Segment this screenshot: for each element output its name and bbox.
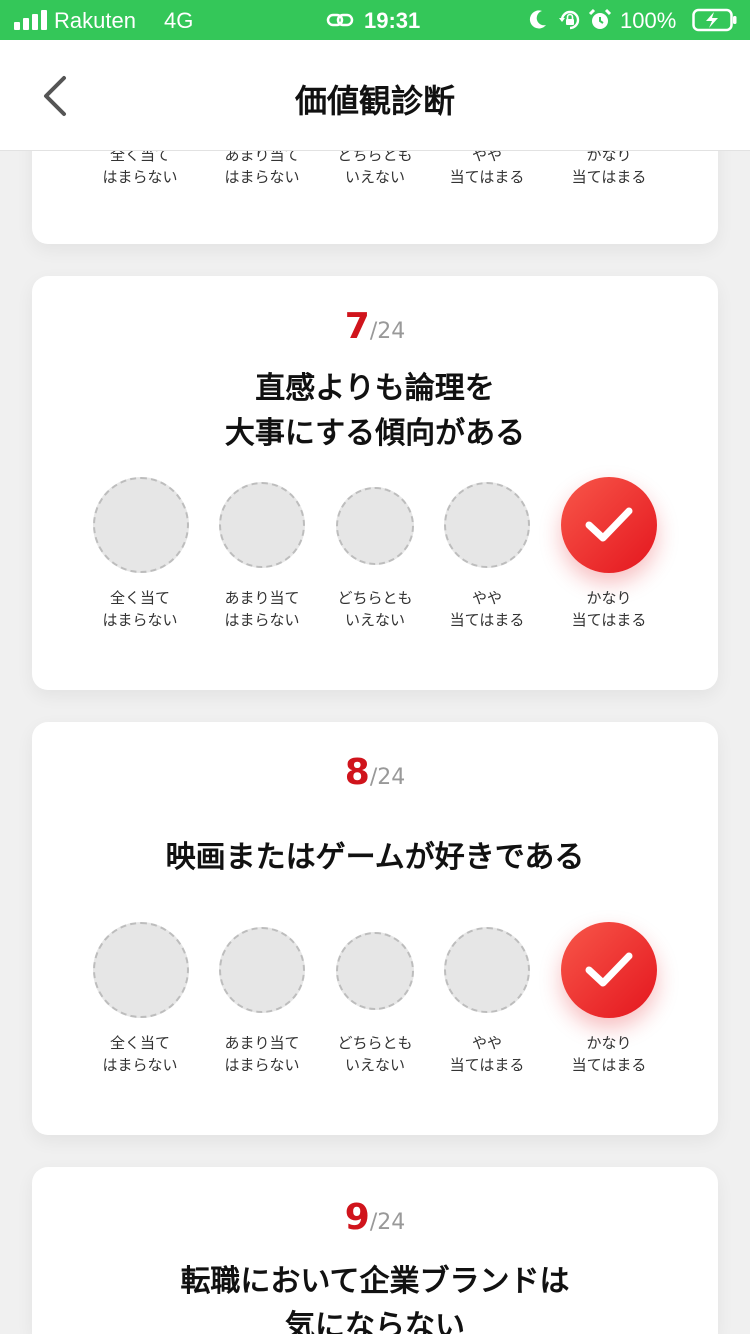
battery-percentage: 100%: [620, 8, 677, 33]
question-text: 転職において企業ブランドは 気にならない: [180, 1264, 570, 1334]
question-number: 9: [344, 1197, 370, 1238]
option-label: やや 当てはまる: [449, 1034, 525, 1074]
question-number: 7: [344, 306, 370, 347]
option-strongly-disagree[interactable]: [93, 922, 189, 1018]
option-strongly-agree[interactable]: [561, 922, 657, 1018]
question-total: /24: [369, 1210, 406, 1235]
question-total: /24: [369, 319, 406, 344]
moon-icon: [529, 10, 546, 29]
option-label: どちらとも いえない: [337, 589, 413, 629]
question-number: 8: [344, 752, 370, 793]
option-label: かなり 当てはまる: [571, 589, 647, 629]
option-somewhat-agree[interactable]: [444, 927, 530, 1013]
question-text: 直感よりも論理を 大事にする傾向がある: [224, 371, 526, 451]
link-icon: [326, 13, 354, 27]
option-label: どちらとも いえない: [337, 1034, 413, 1074]
question-card: 8/24 映画またはゲームが好きである 全く当て はまらない あまり当て はまらない…: [32, 722, 718, 1135]
battery-charging-icon: [692, 8, 737, 32]
option-neutral[interactable]: [336, 932, 414, 1010]
option-somewhat-disagree[interactable]: [219, 482, 305, 568]
option-label: 全く当て はまらない: [102, 1034, 178, 1074]
question-card: 9/24 転職において企業ブランドは 気にならない: [32, 1167, 718, 1334]
question-counter: 7/24: [32, 306, 718, 347]
checkmark-icon: [585, 507, 633, 542]
question-counter: 9/24: [32, 1197, 718, 1238]
option-label: 全く当て はまらない: [102, 589, 178, 629]
option-label: あまり当て はまらない: [224, 1034, 300, 1074]
question-total: /24: [369, 765, 406, 790]
option-neutral[interactable]: [336, 487, 414, 565]
network-type: 4G: [164, 8, 194, 33]
option-somewhat-agree[interactable]: [444, 482, 530, 568]
question-counter: 8/24: [32, 752, 718, 793]
clock-time: 19:31: [364, 8, 421, 33]
option-label: かなり 当てはまる: [571, 1034, 647, 1074]
question-text: 映画またはゲームが好きである: [165, 840, 585, 875]
alarm-icon: [588, 8, 612, 29]
option-label: あまり当て はまらない: [224, 589, 300, 629]
option-somewhat-disagree[interactable]: [219, 927, 305, 1013]
carrier-name: Rakuten: [54, 8, 136, 33]
rotation-lock-icon: [559, 10, 580, 30]
navigation-header: 価値観診断: [0, 40, 750, 151]
option-strongly-disagree[interactable]: [93, 477, 189, 573]
signal-icon: [14, 10, 48, 30]
page-title: 価値観診断: [294, 82, 455, 120]
option-label: やや 当てはまる: [449, 589, 525, 629]
option-strongly-agree[interactable]: [561, 477, 657, 573]
question-card: 7/24 直感よりも論理を 大事にする傾向がある 全く当て はまらない あまり当て…: [32, 276, 718, 690]
status-bar: Rakuten 4G 19:31 100%: [0, 0, 750, 40]
checkmark-icon: [585, 952, 633, 987]
